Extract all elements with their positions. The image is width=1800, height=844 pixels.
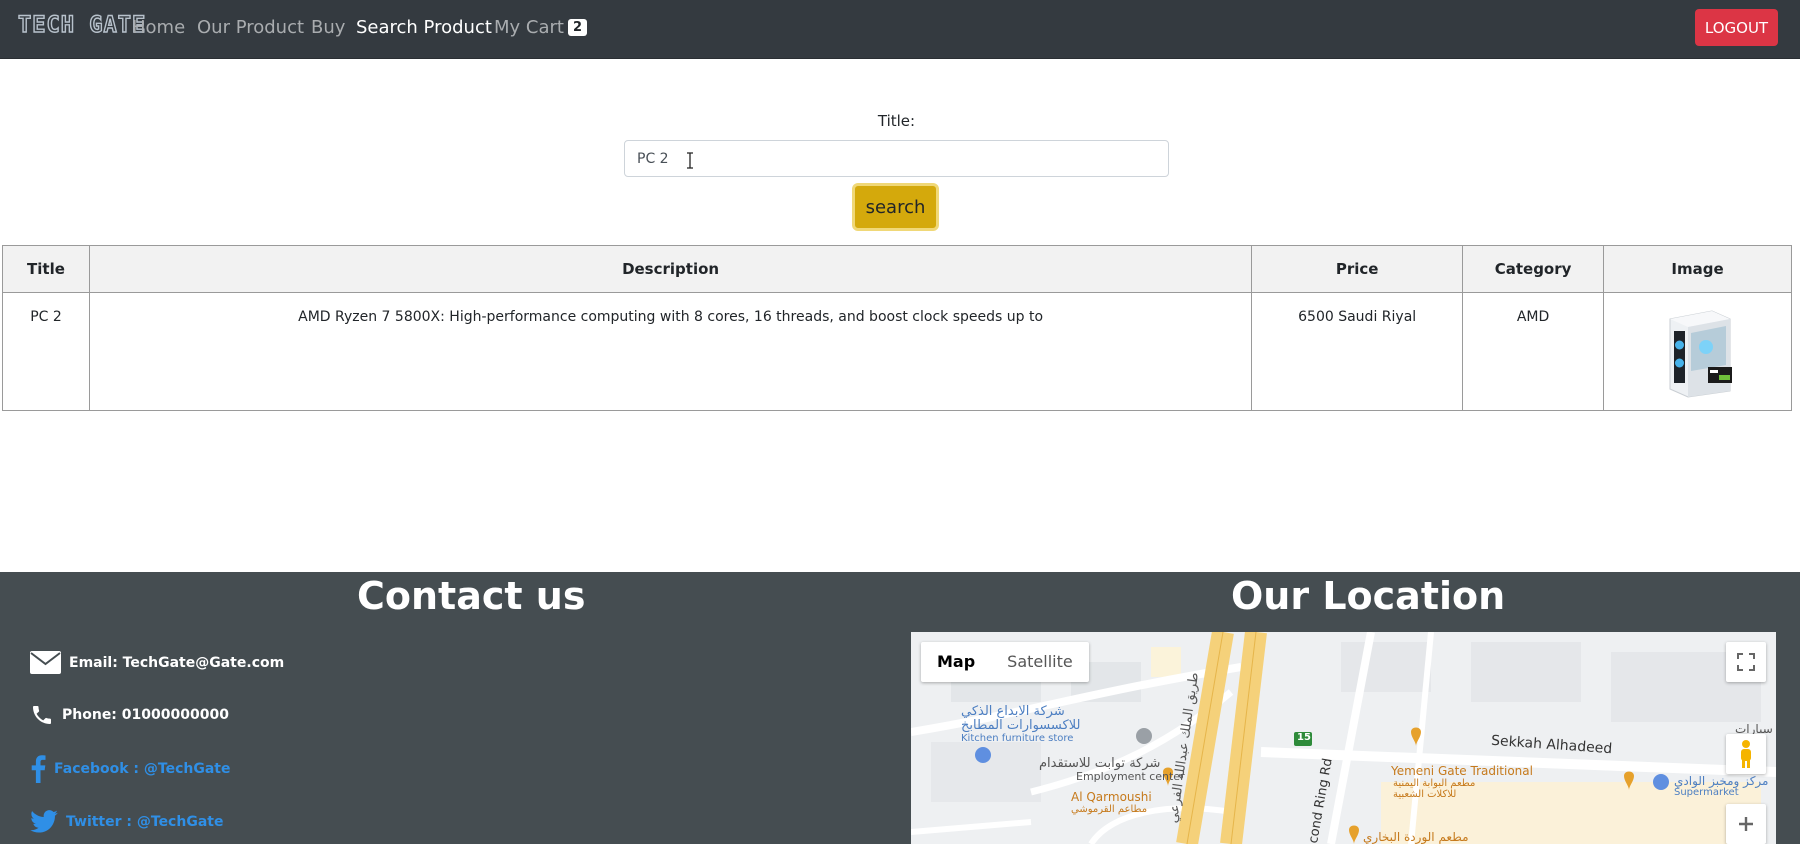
map-label-employment-ar: شركة توابت للاستقدام: [1039, 756, 1161, 771]
map-label-supermarket-ar: مركز ومخبز الوادي: [1674, 774, 1769, 788]
contact-us-heading: Contact us: [357, 574, 586, 618]
map-label-yemeni-ar2: للاكلات الشعبية: [1393, 789, 1457, 800]
map-label-qarmoushi-ar: مطاعم القرموشي: [1071, 804, 1148, 815]
header-price: Price: [1251, 245, 1464, 293]
nav-our-product[interactable]: Our Product: [197, 17, 304, 38]
our-location-heading: Our Location: [1231, 574, 1506, 618]
nav-search-product[interactable]: Search Product: [356, 17, 492, 38]
map-label-innovation-ar: شركة الابداع الذكي: [961, 704, 1065, 719]
map-label-kitchen-en: Kitchen furniture store: [961, 733, 1074, 744]
search-button[interactable]: search: [852, 183, 939, 231]
envelope-icon: [30, 651, 61, 674]
navbar: TECH GATE Home Our Product Buy Search Pr…: [0, 0, 1800, 59]
map-label-yemeni: Yemeni Gate Traditional: [1391, 764, 1533, 778]
table-header-row: Title Description Price Category Image: [2, 245, 1792, 293]
contact-twitter-link[interactable]: Twitter : @TechGate: [30, 810, 223, 833]
results-table: Title Description Price Category Image P…: [2, 245, 1792, 411]
logout-button[interactable]: LOGOUT: [1695, 9, 1778, 46]
nav-my-cart[interactable]: My Cart 2: [494, 17, 588, 38]
cell-title: PC 2: [2, 292, 90, 411]
header-category: Category: [1462, 245, 1605, 293]
title-search-input[interactable]: [624, 140, 1169, 177]
twitter-text[interactable]: Twitter : @TechGate: [66, 814, 223, 830]
cell-image: [1603, 292, 1792, 411]
map-label-kitchen-ar: للاكسسوارات المطابخ: [961, 718, 1081, 733]
facebook-icon: [31, 755, 46, 783]
map-route-label: 15: [1297, 732, 1311, 743]
nav-buy[interactable]: Buy: [311, 17, 345, 38]
map-label-supermarket-en: Supermarket: [1674, 787, 1739, 798]
cell-description: AMD Ryzen 7 5800X: High-performance comp…: [88, 292, 1253, 411]
cell-price: 6500 Saudi Riyal: [1251, 292, 1464, 411]
header-title: Title: [2, 245, 90, 293]
map-label-yemeni-ar1: مطعم البوابة اليمنية: [1393, 778, 1476, 789]
email-text: Email: TechGate@Gate.com: [69, 654, 285, 671]
header-image: Image: [1603, 245, 1792, 293]
map-type-toggle: Map Satellite: [921, 642, 1089, 682]
location-map[interactable]: 15 شركة الابداع الذكي للاكسسوارات المطاب…: [911, 632, 1776, 844]
brand-logo[interactable]: TECH GATE: [17, 12, 146, 38]
map-tab-satellite[interactable]: Satellite: [991, 642, 1089, 682]
map-label-qarmoushi: Al Qarmoushi: [1071, 790, 1152, 804]
title-label: Title:: [877, 112, 916, 130]
facebook-text[interactable]: Facebook : @TechGate: [54, 761, 230, 777]
phone-text: Phone: 01000000000: [62, 707, 229, 723]
phone-icon: [33, 706, 51, 724]
product-pc-image[interactable]: [1660, 307, 1736, 399]
contact-facebook-link[interactable]: Facebook : @TechGate: [30, 755, 230, 783]
nav-my-cart-label: My Cart: [494, 17, 564, 38]
map-tab-map[interactable]: Map: [921, 642, 991, 682]
text-cursor-icon: [686, 152, 694, 169]
map-label-employment-en: Employment center: [1076, 770, 1185, 783]
map-label-rose-ar: مطعم الوردة البخاري: [1363, 830, 1469, 844]
twitter-icon: [30, 810, 58, 833]
contact-email: Email: TechGate@Gate.com: [30, 651, 284, 674]
zoom-in-icon[interactable]: [1726, 804, 1766, 844]
cart-count-badge: 2: [567, 19, 588, 36]
street-view-pegman-icon[interactable]: [1726, 734, 1766, 774]
header-description: Description: [88, 245, 1253, 293]
nav-home[interactable]: Home: [132, 17, 185, 38]
table-row: PC 2 AMD Ryzen 7 5800X: High-performance…: [2, 292, 1792, 411]
cell-category: AMD: [1462, 292, 1605, 411]
fullscreen-icon[interactable]: [1726, 642, 1766, 682]
contact-phone: Phone: 01000000000: [30, 703, 229, 727]
